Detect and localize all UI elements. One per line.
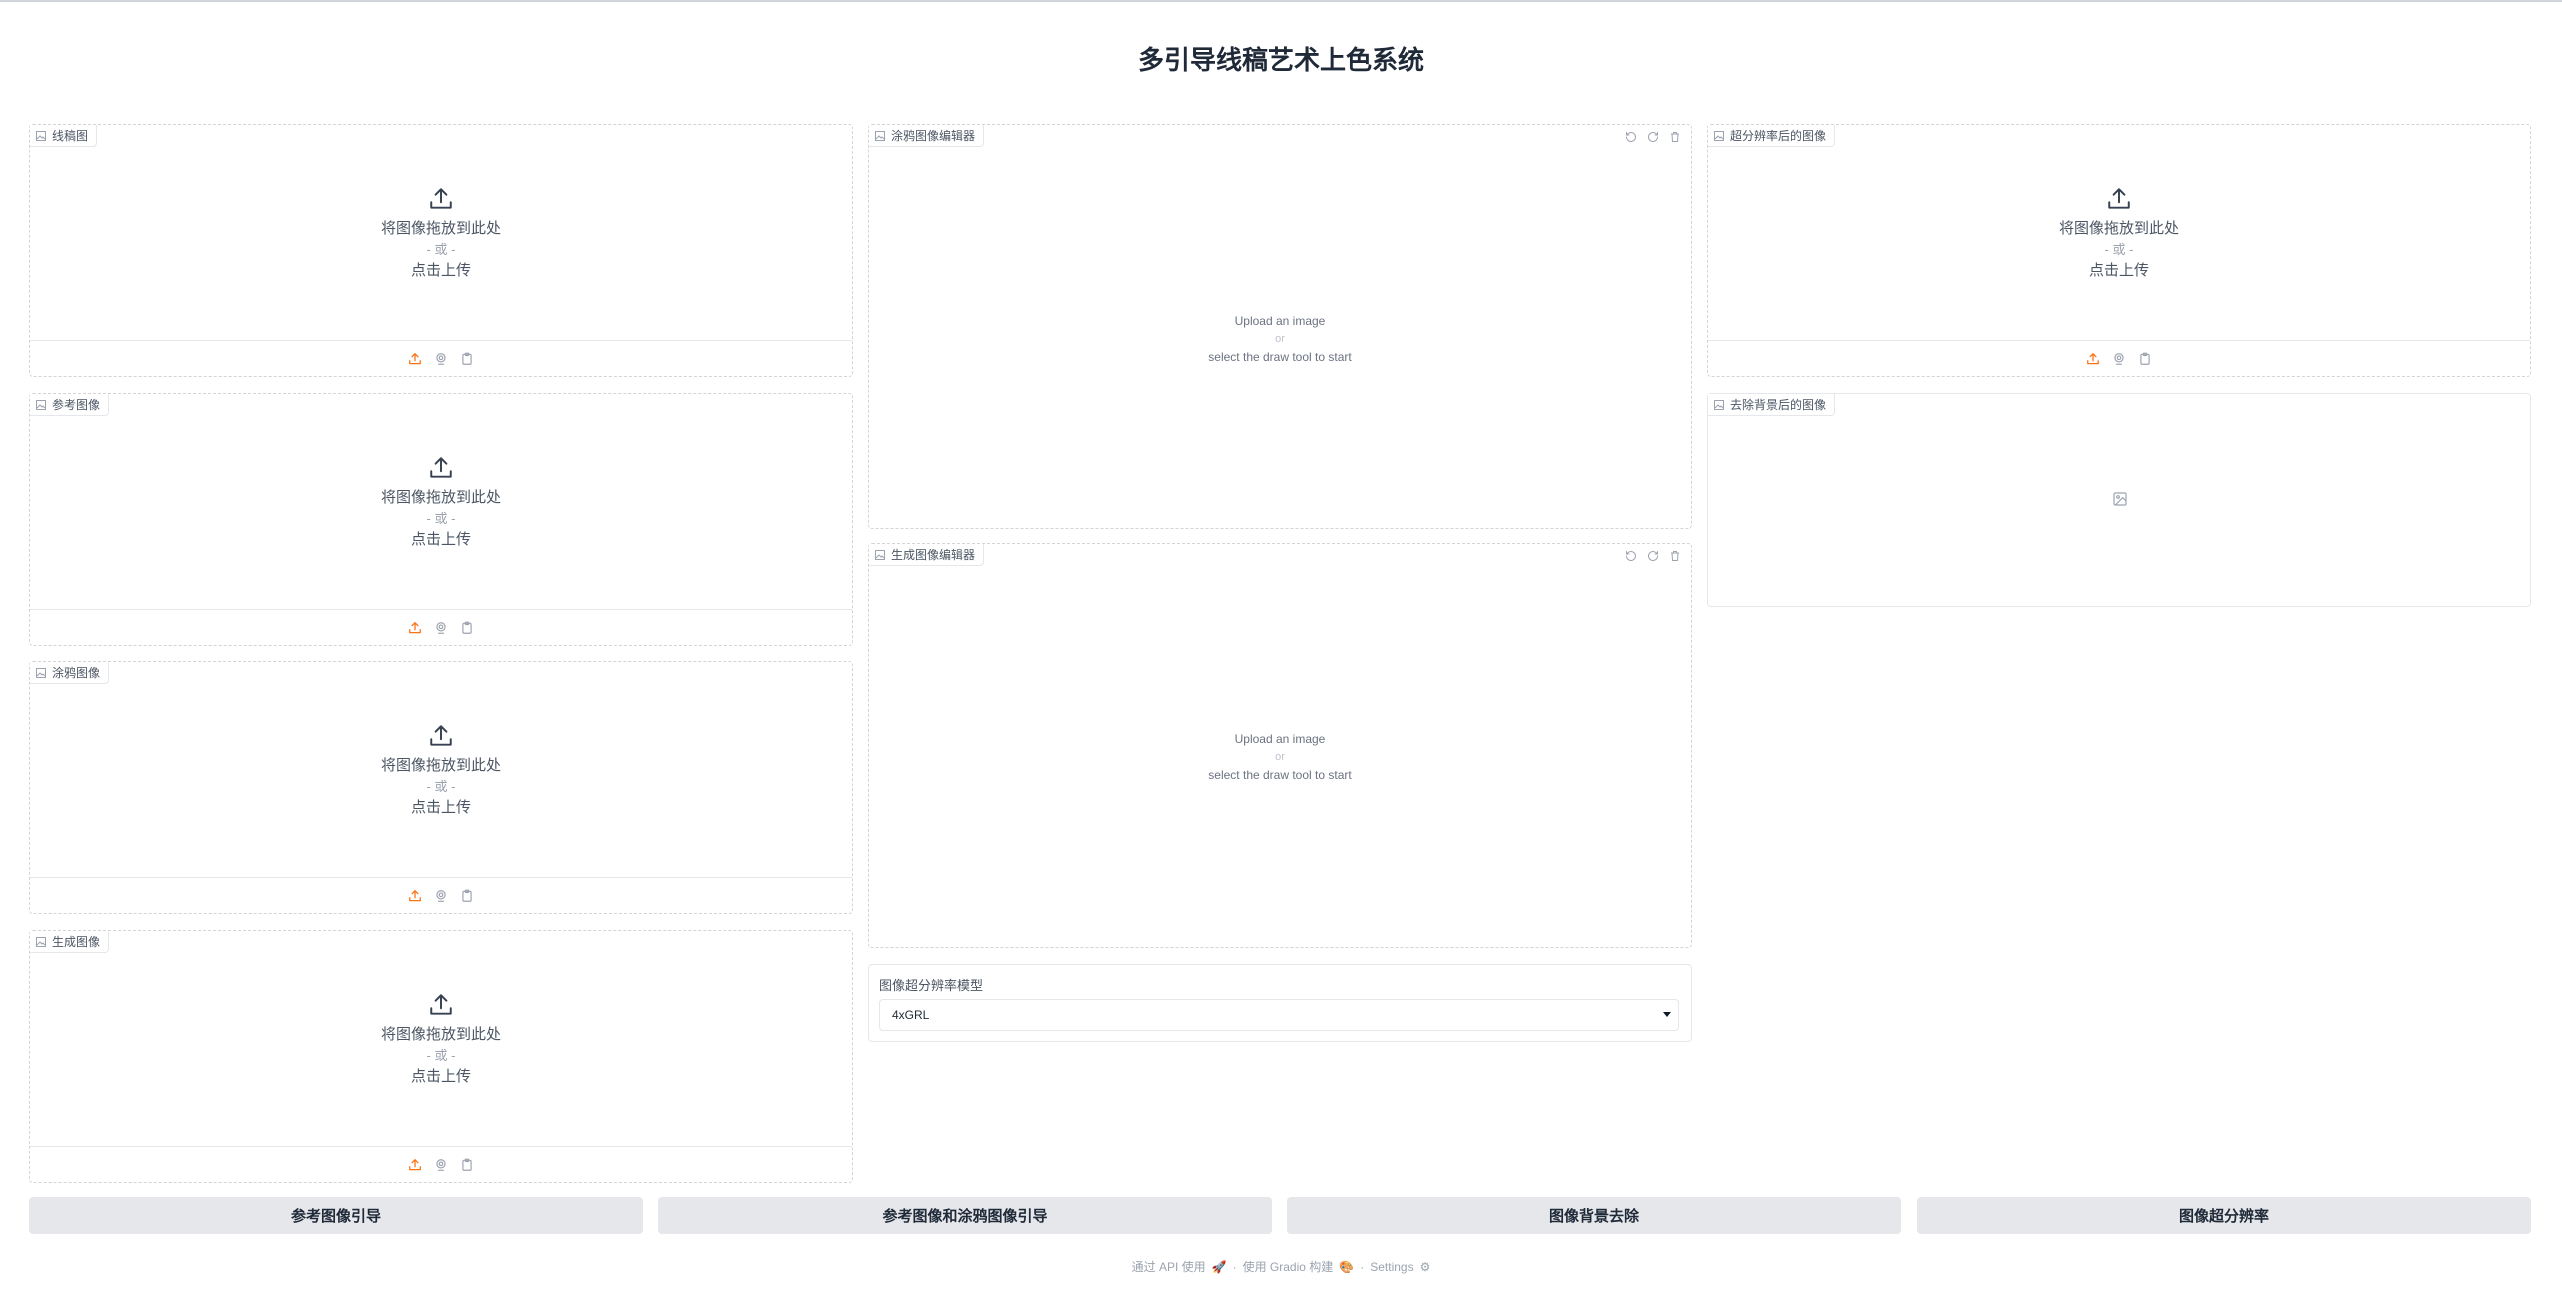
generated-editor-toolbar <box>1623 548 1683 564</box>
click-upload-text: 点击上传 <box>410 530 471 548</box>
upload-icon <box>430 187 452 209</box>
redo-icon[interactable] <box>1645 548 1661 564</box>
upload-icon <box>430 456 452 478</box>
undo-icon[interactable] <box>1623 548 1639 564</box>
draw-tool-text: select the draw tool to start <box>1208 768 1352 782</box>
footer: 通过 API 使用 🚀 · 使用 Gradio 构建 🎨 · Settings … <box>0 1258 2562 1275</box>
chevron-down-icon[interactable] <box>1663 1012 1671 1017</box>
footer-separator: · <box>1232 1259 1237 1274</box>
clipboard-icon[interactable] <box>459 351 475 367</box>
reference-source-bar <box>30 609 852 645</box>
scribble-editor-canvas[interactable]: Upload an image or select the draw tool … <box>869 312 1691 367</box>
generated-editor-canvas[interactable]: Upload an image or select the draw tool … <box>869 730 1691 785</box>
drop-text: 将图像拖放到此处 <box>380 756 501 774</box>
redo-icon[interactable] <box>1645 129 1661 145</box>
scribble-upload-dropzone[interactable]: 将图像拖放到此处 - 或 - 点击上传 <box>30 662 852 879</box>
image-placeholder-icon <box>2113 492 2127 506</box>
undo-icon[interactable] <box>1623 129 1639 145</box>
sr-model-label: 图像超分辨率模型 <box>879 978 984 993</box>
webcam-icon[interactable] <box>433 1157 449 1173</box>
or-text: - 或 - <box>2104 241 2134 257</box>
clipboard-icon[interactable] <box>459 1157 475 1173</box>
draw-tool-text: select the draw tool to start <box>1208 350 1352 364</box>
or-text: - 或 - <box>426 241 456 257</box>
upload-icon <box>2108 187 2130 209</box>
click-upload-text: 点击上传 <box>410 1067 471 1085</box>
reference-upload-dropzone[interactable]: 将图像拖放到此处 - 或 - 点击上传 <box>30 394 852 611</box>
drop-text: 将图像拖放到此处 <box>380 219 501 237</box>
upload-image-text: Upload an image <box>1234 314 1326 328</box>
webcam-icon[interactable] <box>2111 351 2127 367</box>
upload-icon <box>430 724 452 746</box>
gear-icon[interactable]: ⚙ <box>1420 1260 1431 1274</box>
lineart-upload-dropzone[interactable]: 将图像拖放到此处 - 或 - 点击上传 <box>30 125 852 342</box>
gradio-link[interactable]: 使用 Gradio 构建 <box>1243 1258 1334 1275</box>
image-tag-icon <box>1714 399 1724 410</box>
upload-icon <box>430 993 452 1015</box>
scribble-editor-label-text: 涂鸦图像编辑器 <box>891 129 976 143</box>
trash-icon[interactable] <box>1667 129 1683 145</box>
lineart-source-bar <box>30 340 852 376</box>
ref-scribble-guide-button[interactable]: 参考图像和涂鸦图像引导 <box>658 1197 1272 1234</box>
editor-or-text: or <box>1275 333 1285 345</box>
scribble-editor-label: 涂鸦图像编辑器 <box>869 125 985 147</box>
generated-editor-panel[interactable]: 生成图像编辑器 Upload an image or select the dr… <box>868 543 1692 948</box>
bg-removed-panel: 去除背景后的图像 <box>1707 393 2531 607</box>
sr-output-source-bar <box>1708 340 2530 376</box>
super-res-button[interactable]: 图像超分辨率 <box>1917 1197 2531 1234</box>
gradio-logo-icon: 🎨 <box>1339 1259 1355 1274</box>
scribble-image-panel[interactable]: 涂鸦图像 将图像拖放到此处 - 或 - 点击上传 <box>29 661 853 914</box>
sr-model-dropdown[interactable]: 4xGRL <box>879 999 1679 1031</box>
trash-icon[interactable] <box>1667 548 1683 564</box>
scribble-editor-toolbar <box>1623 129 1683 145</box>
generated-editor-label-text: 生成图像编辑器 <box>891 548 976 562</box>
drop-text: 将图像拖放到此处 <box>380 1025 501 1043</box>
api-link[interactable]: 通过 API 使用 <box>1132 1258 1206 1275</box>
ref-guide-button[interactable]: 参考图像引导 <box>29 1197 643 1234</box>
upload-source-icon[interactable] <box>407 620 423 636</box>
or-text: - 或 - <box>426 510 456 526</box>
clipboard-icon[interactable] <box>459 888 475 904</box>
rocket-icon: 🚀 <box>1211 1259 1227 1274</box>
or-text: - 或 - <box>426 778 456 794</box>
generated-upload-dropzone[interactable]: 将图像拖放到此处 - 或 - 点击上传 <box>30 931 852 1148</box>
bg-remove-button[interactable]: 图像背景去除 <box>1287 1197 1901 1234</box>
image-tag-icon <box>875 130 885 141</box>
sr-output-panel[interactable]: 超分辨率后的图像 将图像拖放到此处 - 或 - 点击上传 <box>1707 124 2531 377</box>
top-border <box>0 0 2562 2</box>
click-upload-text: 点击上传 <box>410 798 471 816</box>
clipboard-icon[interactable] <box>2137 351 2153 367</box>
generated-editor-label: 生成图像编辑器 <box>869 544 985 566</box>
or-text: - 或 - <box>426 1047 456 1063</box>
webcam-icon[interactable] <box>433 620 449 636</box>
page-title: 多引导线稿艺术上色系统 <box>1137 45 1424 75</box>
upload-source-icon[interactable] <box>407 1157 423 1173</box>
webcam-icon[interactable] <box>433 351 449 367</box>
upload-source-icon[interactable] <box>407 888 423 904</box>
webcam-icon[interactable] <box>433 888 449 904</box>
click-upload-text: 点击上传 <box>410 261 471 279</box>
sr-model-block: 图像超分辨率模型 4xGRL <box>868 964 1692 1042</box>
generated-source-bar <box>30 1146 852 1182</box>
sr-model-selected: 4xGRL <box>892 1008 930 1022</box>
lineart-image-panel[interactable]: 线稿图 将图像拖放到此处 - 或 - 点击上传 <box>29 124 853 377</box>
click-upload-text: 点击上传 <box>2088 261 2149 279</box>
bg-removed-label-text: 去除背景后的图像 <box>1730 398 1827 412</box>
sr-output-upload-dropzone[interactable]: 将图像拖放到此处 - 或 - 点击上传 <box>1708 125 2530 342</box>
generated-image-panel[interactable]: 生成图像 将图像拖放到此处 - 或 - 点击上传 <box>29 930 853 1183</box>
clipboard-icon[interactable] <box>459 620 475 636</box>
drop-text: 将图像拖放到此处 <box>2058 219 2179 237</box>
footer-separator: · <box>1360 1259 1365 1274</box>
image-tag-icon <box>875 549 885 560</box>
settings-link[interactable]: Settings <box>1370 1260 1413 1274</box>
reference-image-panel[interactable]: 参考图像 将图像拖放到此处 - 或 - 点击上传 <box>29 393 853 646</box>
editor-or-text: or <box>1275 751 1285 763</box>
scribble-editor-panel[interactable]: 涂鸦图像编辑器 Upload an image or select the dr… <box>868 124 1692 529</box>
upload-image-text: Upload an image <box>1234 732 1326 746</box>
drop-text: 将图像拖放到此处 <box>380 488 501 506</box>
upload-source-icon[interactable] <box>2085 351 2101 367</box>
bg-removed-label: 去除背景后的图像 <box>1708 394 1836 416</box>
upload-source-icon[interactable] <box>407 351 423 367</box>
scribble-source-bar <box>30 877 852 913</box>
